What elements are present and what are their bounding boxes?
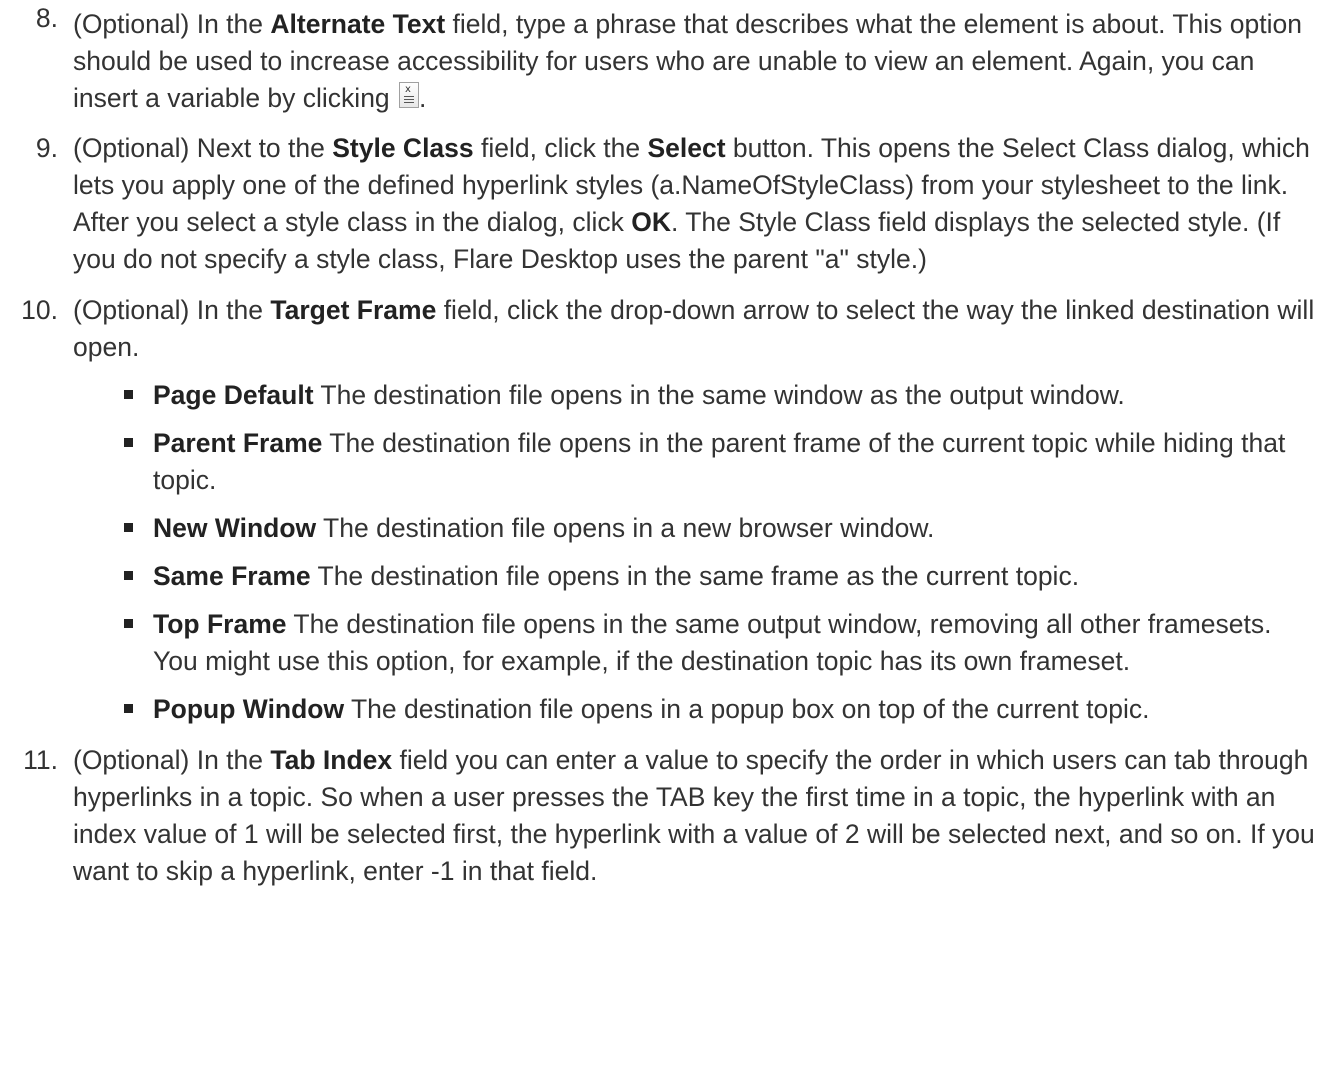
step-8: 8. (Optional) In the Alternate Text fiel… — [0, 0, 1318, 117]
button-name-ok: OK — [631, 207, 671, 237]
step-text: (Optional) Next to the Style Class field… — [73, 130, 1318, 278]
step-text-part: (Optional) In the — [73, 295, 271, 325]
list-item: Same Frame The destination file opens in… — [124, 558, 1318, 595]
option-description: The destination file opens in a popup bo… — [344, 694, 1150, 724]
option-description: The destination file opens in the same w… — [313, 380, 1125, 410]
field-name-style-class: Style Class — [332, 133, 474, 163]
bullet-icon — [124, 390, 133, 399]
option-description: The destination file opens in the parent… — [153, 428, 1286, 495]
bullet-icon — [124, 619, 133, 628]
list-item: New Window The destination file opens in… — [124, 510, 1318, 547]
field-name-tab-index: Tab Index — [270, 745, 393, 775]
step-text: (Optional) In the Tab Index field you ca… — [73, 742, 1318, 890]
option-term: Top Frame — [153, 609, 287, 639]
list-item: Top Frame The destination file opens in … — [124, 606, 1318, 680]
list-item: Parent Frame The destination file opens … — [124, 425, 1318, 499]
step-10: 10. (Optional) In the Target Frame field… — [0, 292, 1318, 728]
step-11: 11. (Optional) In the Tab Index field yo… — [0, 742, 1318, 890]
field-name-target-frame: Target Frame — [270, 295, 437, 325]
step-9: 9. (Optional) Next to the Style Class fi… — [0, 130, 1318, 278]
step-number: 11. — [23, 745, 58, 775]
step-text-part: field, click the — [473, 133, 648, 163]
step-number: 8. — [35, 3, 58, 33]
document-body: 8. (Optional) In the Alternate Text fiel… — [0, 0, 1318, 890]
option-description: The destination file opens in the same o… — [153, 609, 1272, 676]
bullet-icon — [124, 571, 133, 580]
insert-variable-icon: x — [399, 82, 420, 108]
option-term: Page Default — [153, 380, 314, 410]
step-text-part: . — [419, 83, 427, 113]
list-item: Popup Window The destination file opens … — [124, 691, 1318, 728]
option-term: New Window — [153, 513, 317, 543]
step-text: (Optional) In the Alternate Text field, … — [73, 6, 1318, 117]
step-number: 9. — [35, 133, 58, 163]
target-frame-options-list: Page Default The destination file opens … — [73, 377, 1318, 728]
step-text-part: (Optional) Next to the — [73, 133, 333, 163]
bullet-icon — [124, 704, 133, 713]
option-description: The destination file opens in a new brow… — [316, 513, 935, 543]
step-text: (Optional) In the Target Frame field, cl… — [73, 292, 1318, 366]
option-term: Popup Window — [153, 694, 345, 724]
option-description: The destination file opens in the same f… — [310, 561, 1080, 591]
button-name-select: Select — [647, 133, 726, 163]
step-text-part: (Optional) In the — [73, 9, 271, 39]
field-name-alternate-text: Alternate Text — [270, 9, 446, 39]
option-term: Parent Frame — [153, 428, 323, 458]
bullet-icon — [124, 438, 133, 447]
option-term: Same Frame — [153, 561, 311, 591]
step-number: 10. — [21, 295, 58, 325]
list-item: Page Default The destination file opens … — [124, 377, 1318, 414]
step-text-part: (Optional) In the — [73, 745, 271, 775]
bullet-icon — [124, 523, 133, 532]
